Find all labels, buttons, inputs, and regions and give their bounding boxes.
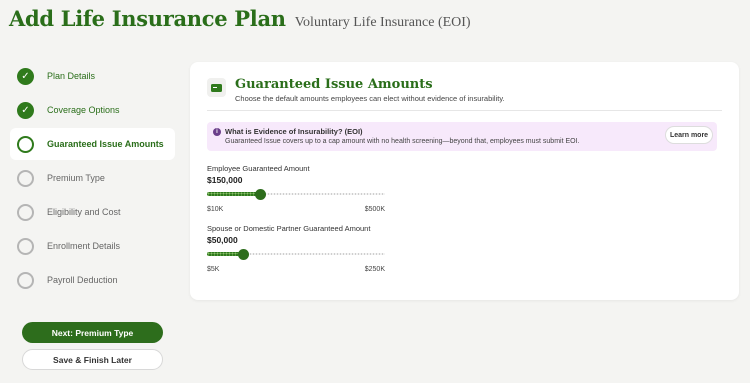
step-label: Coverage Options — [47, 105, 120, 115]
info-title: What is Evidence of Insurability? (EOI) — [225, 127, 363, 136]
step-item[interactable]: Guaranteed Issue Amounts — [10, 128, 175, 160]
spouse-amount-value: $50,000 — [207, 235, 238, 245]
employee-amount-slider-group: Employee Guaranteed Amount $150,000 $10K… — [207, 164, 385, 213]
page-subtitle: Voluntary Life Insurance (EOI) — [294, 15, 471, 30]
next-button[interactable]: Next: Premium Type — [22, 322, 163, 343]
step-circle-icon — [17, 203, 34, 221]
step-item[interactable]: Premium Type — [10, 162, 175, 194]
step-label: Eligibility and Cost — [47, 207, 121, 217]
step-circle-icon — [17, 237, 34, 255]
spouse-amount-range: $5K $250K — [207, 266, 385, 273]
slider-thumb[interactable] — [255, 189, 267, 200]
info-icon: i — [213, 128, 221, 136]
employee-amount-slider[interactable] — [207, 189, 385, 200]
range-max-label: $250K — [364, 266, 385, 273]
stepper-nav: ✓ Plan Details ✓ Coverage Options Guaranteed… — [10, 60, 175, 298]
employee-amount-value: $150,000 — [207, 175, 243, 185]
step-item[interactable]: Eligibility and Cost — [10, 196, 175, 228]
card-title: Guaranteed Issue Amounts — [235, 77, 433, 92]
cash-icon — [207, 78, 226, 97]
slider-fill — [207, 192, 261, 196]
learn-more-button[interactable]: Learn more — [665, 126, 713, 144]
check-circle-icon: ✓ — [17, 101, 34, 119]
step-item[interactable]: Enrollment Details — [10, 230, 175, 262]
spouse-amount-label: Spouse or Domestic Partner Guaranteed Am… — [207, 224, 371, 233]
step-circle-icon — [17, 271, 34, 289]
step-label: Payroll Deduction — [47, 275, 118, 285]
step-item[interactable]: ✓ Plan Details — [10, 60, 175, 92]
slider-thumb[interactable] — [237, 249, 249, 260]
employee-amount-label: Employee Guaranteed Amount — [207, 164, 310, 173]
step-item[interactable]: ✓ Coverage Options — [10, 94, 175, 126]
range-max-label: $500K — [364, 206, 385, 213]
info-text: Guaranteed Issue covers up to a cap amou… — [225, 138, 580, 145]
step-label: Guaranteed Issue Amounts — [47, 139, 164, 149]
employee-amount-range: $10K $500K — [207, 206, 385, 213]
step-label: Premium Type — [47, 173, 105, 183]
page-title: Add Life Insurance Plan — [9, 6, 286, 31]
divider — [207, 110, 722, 111]
eoi-info-banner: i What is Evidence of Insurability? (EOI… — [207, 122, 717, 151]
spouse-amount-slider[interactable] — [207, 249, 385, 260]
step-circle-icon — [17, 135, 34, 153]
page-header: Add Life Insurance Plan Voluntary Life I… — [9, 6, 471, 36]
range-min-label: $5K — [207, 266, 220, 273]
step-circle-icon — [17, 169, 34, 187]
card-description: Choose the default amounts employees can… — [235, 94, 505, 103]
save-finish-later-button[interactable]: Save & Finish Later — [22, 349, 163, 370]
check-circle-icon: ✓ — [17, 67, 34, 85]
guaranteed-issue-card: Guaranteed Issue Amounts Choose the defa… — [190, 62, 739, 300]
step-label: Plan Details — [47, 71, 96, 81]
step-label: Enrollment Details — [47, 241, 121, 251]
step-item[interactable]: Payroll Deduction — [10, 264, 175, 296]
range-min-label: $10K — [207, 206, 224, 213]
spouse-amount-slider-group: Spouse or Domestic Partner Guaranteed Am… — [207, 224, 385, 273]
